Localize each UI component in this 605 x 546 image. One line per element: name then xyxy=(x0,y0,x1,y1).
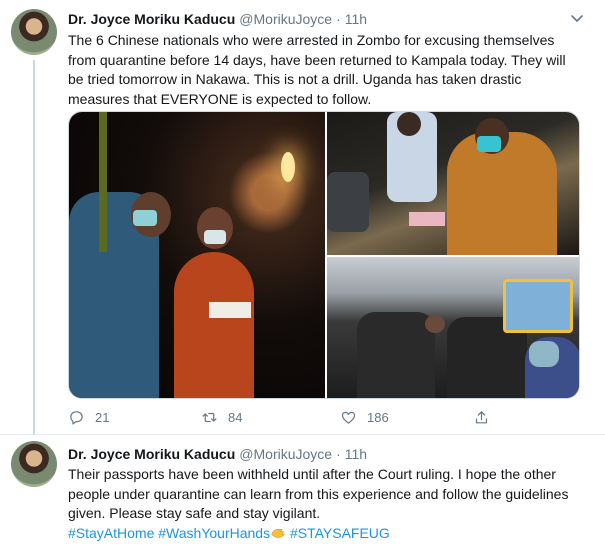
author-name[interactable]: Dr. Joyce Moriku Kaducu xyxy=(68,446,235,462)
tweet-media[interactable] xyxy=(68,111,580,399)
hashtag-link[interactable]: #StayAtHome xyxy=(68,525,154,541)
tweet[interactable]: Dr. Joyce Moriku Kaducu @MorikuJoyce · 1… xyxy=(0,435,605,546)
like-icon xyxy=(341,411,356,424)
hashtag-list: #StayAtHome #WashYourHands #STAYSAFEUG xyxy=(68,525,390,541)
share-icon xyxy=(475,411,488,424)
photo-vehicle-interior[interactable] xyxy=(327,257,579,398)
retweet-icon xyxy=(202,412,217,423)
photo-night-handover[interactable] xyxy=(69,112,325,398)
avatar[interactable] xyxy=(11,9,57,55)
timestamp[interactable]: 11h xyxy=(345,446,367,462)
retweet-button[interactable]: 84 xyxy=(201,409,242,426)
tweet-actions: 21 84 186 xyxy=(68,409,488,429)
tweet-text: Their passports have been withheld until… xyxy=(68,465,583,543)
hashtag-link[interactable]: #STAYSAFEUG xyxy=(290,525,390,541)
reply-icon xyxy=(70,411,83,425)
like-count: 186 xyxy=(367,410,389,425)
chevron-down-icon[interactable] xyxy=(569,10,585,26)
photo-passport-handover[interactable] xyxy=(327,112,579,255)
retweet-count: 84 xyxy=(228,410,243,425)
timestamp[interactable]: 11h xyxy=(345,11,367,27)
author-handle[interactable]: @MorikuJoyce xyxy=(239,446,332,462)
author-name[interactable]: Dr. Joyce Moriku Kaducu xyxy=(68,11,235,27)
tweet-body: Their passports have been withheld until… xyxy=(68,466,569,521)
like-button[interactable]: 186 xyxy=(340,409,389,426)
tweet-header: Dr. Joyce Moriku Kaducu @MorikuJoyce · 1… xyxy=(68,446,367,462)
separator-dot: · xyxy=(336,11,341,27)
clapping-hands-emoji xyxy=(271,528,286,538)
tweet-header: Dr. Joyce Moriku Kaducu @MorikuJoyce · 1… xyxy=(68,11,367,27)
reply-count: 21 xyxy=(95,410,110,425)
tweet-text: The 6 Chinese nationals who were arreste… xyxy=(68,32,566,107)
separator-dot: · xyxy=(336,446,341,462)
tweet[interactable]: Dr. Joyce Moriku Kaducu @MorikuJoyce · 1… xyxy=(0,0,605,435)
thread-line xyxy=(33,60,35,435)
author-handle[interactable]: @MorikuJoyce xyxy=(239,11,332,27)
avatar[interactable] xyxy=(11,441,57,487)
reply-button[interactable]: 21 xyxy=(68,409,109,426)
share-button[interactable] xyxy=(473,409,500,426)
hashtag-link[interactable]: #WashYourHands xyxy=(158,525,270,541)
